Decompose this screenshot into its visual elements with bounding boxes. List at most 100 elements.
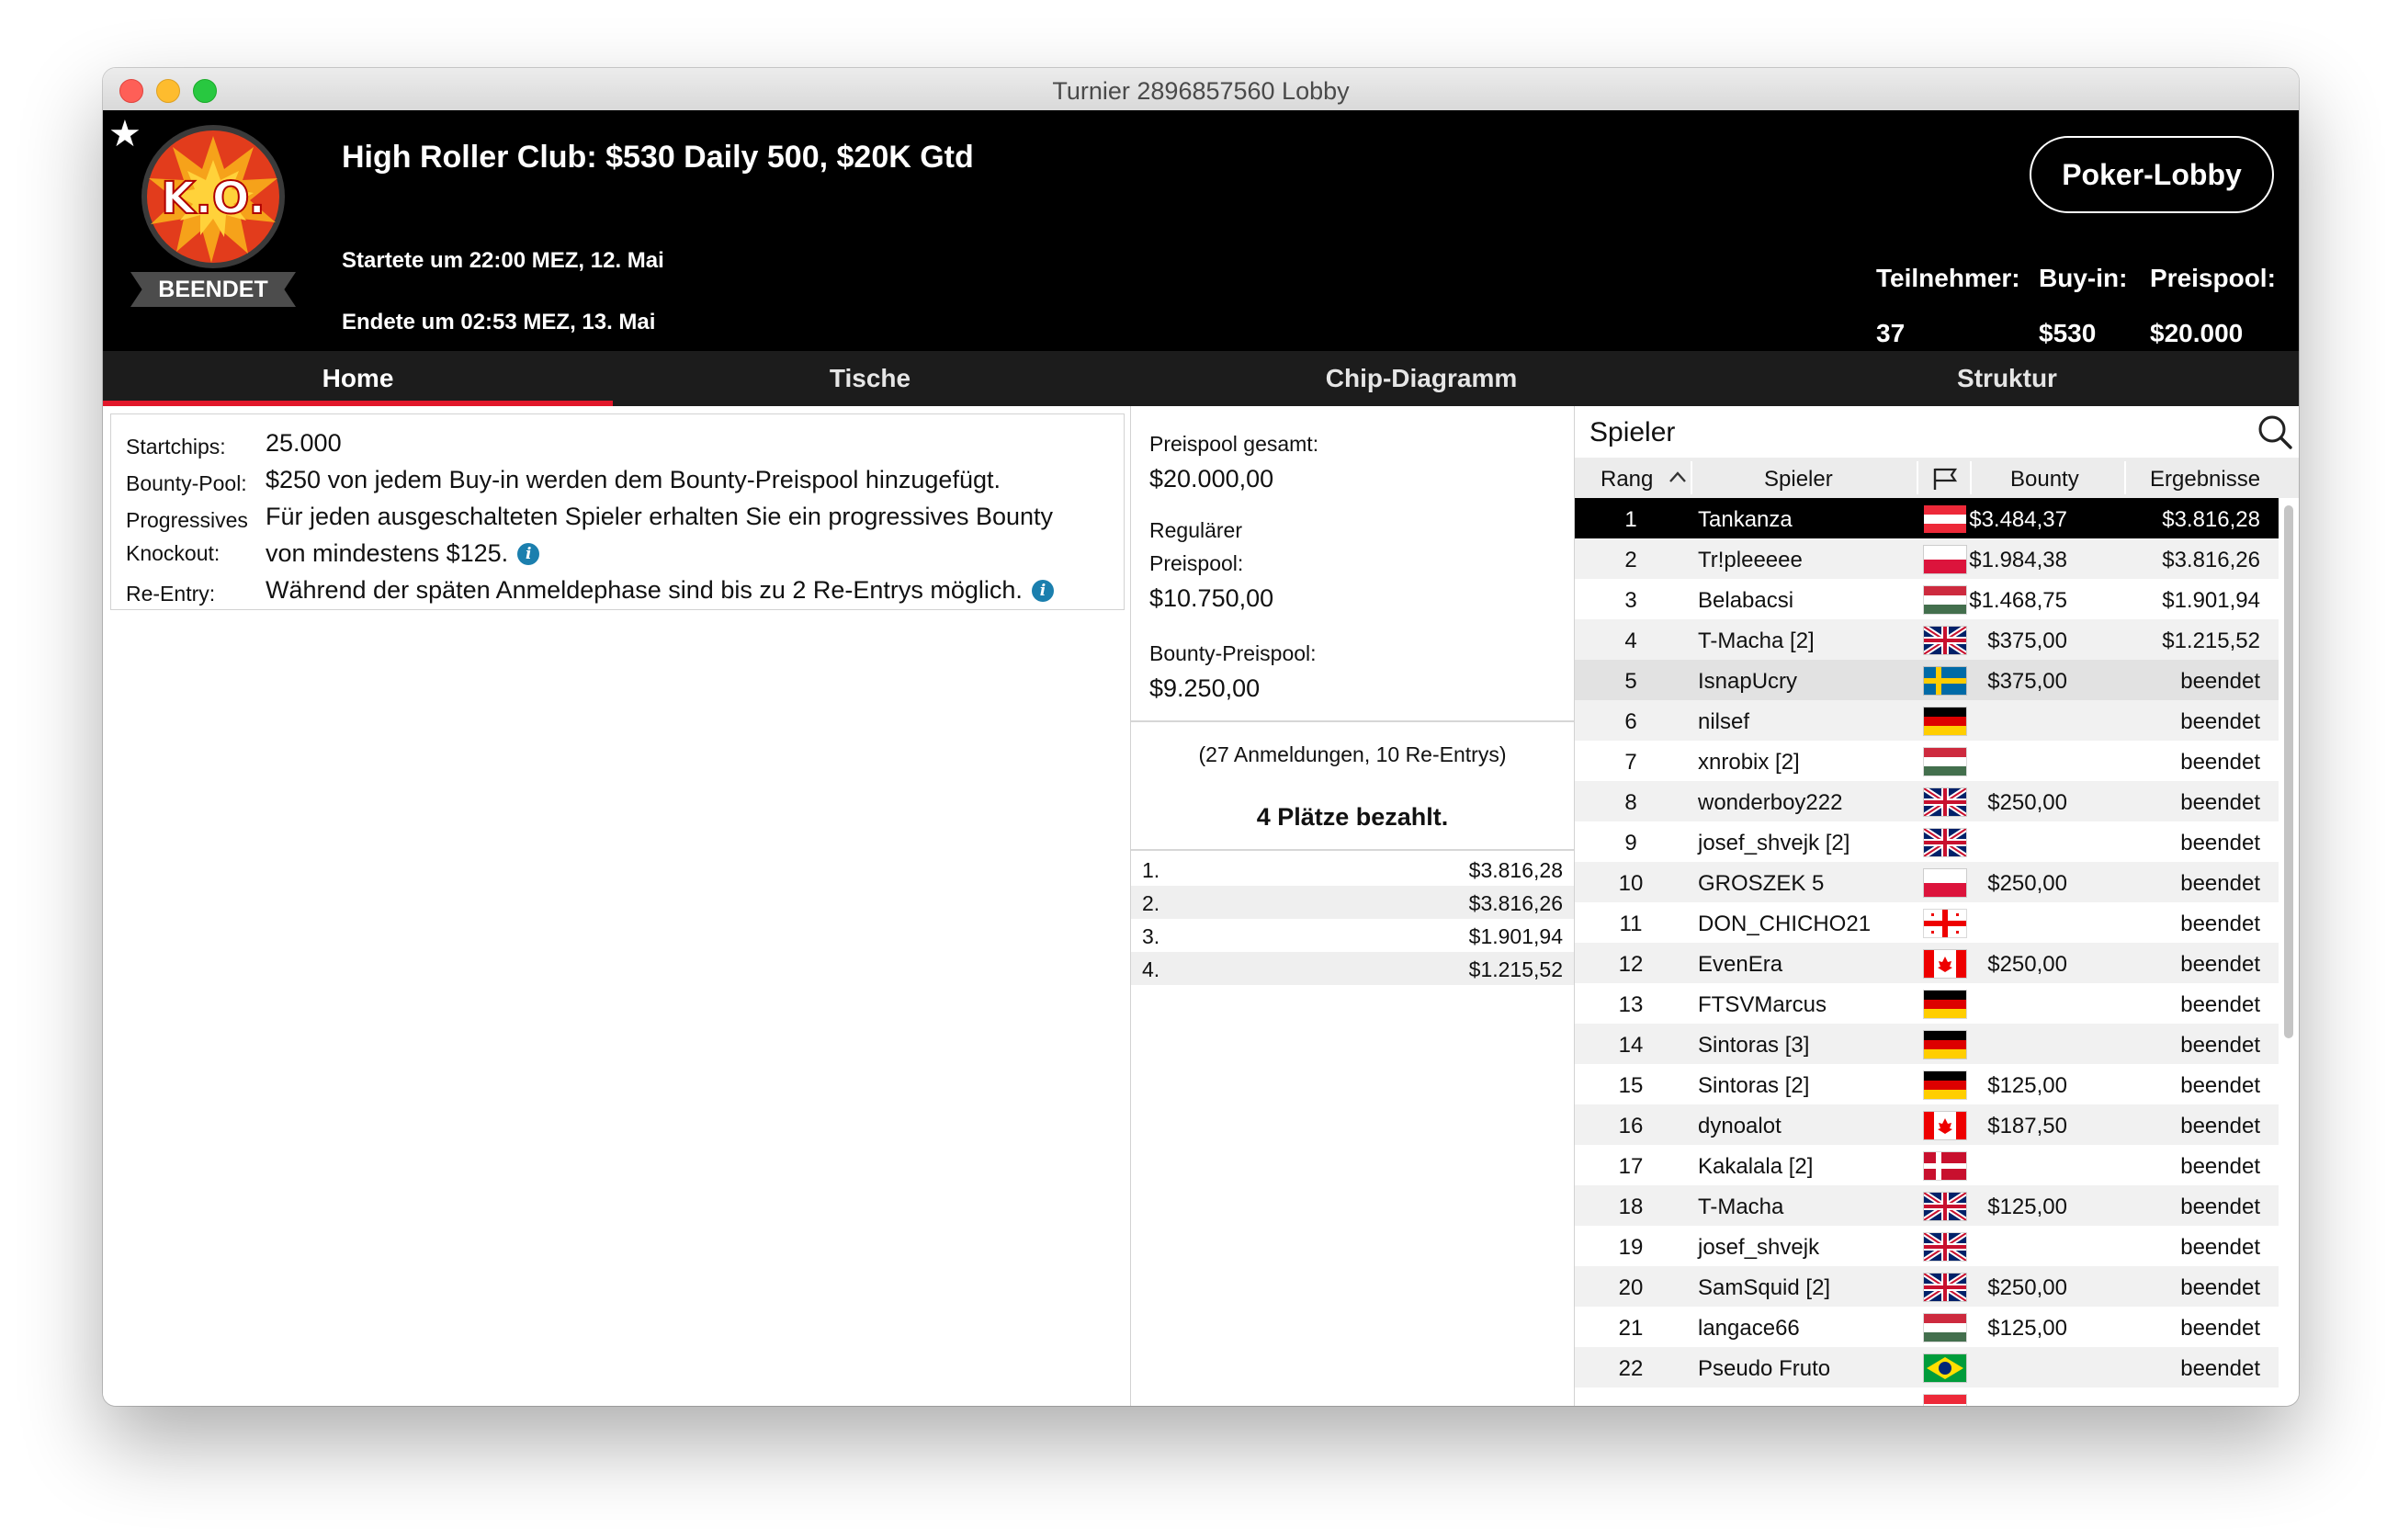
table-row[interactable]: 19 josef_shvejk beendet: [1575, 1226, 2279, 1266]
info-icon[interactable]: i: [1031, 580, 1054, 602]
country-flag-icon: [1923, 585, 1967, 615]
payout-place: 1.: [1142, 858, 1160, 882]
payout-row: 1. $3.816,28: [1131, 853, 1574, 886]
table-row[interactable]: 6 nilsef beendet: [1575, 700, 2279, 741]
table-row[interactable]: [1575, 1387, 2279, 1406]
table-row[interactable]: 13 FTSVMarcus beendet: [1575, 983, 2279, 1024]
table-row[interactable]: 14 Sintoras [3] beendet: [1575, 1024, 2279, 1064]
players-scrollbar[interactable]: [2284, 505, 2293, 1038]
table-row[interactable]: 1 Tankanza $3.484,37 $3.816,28: [1575, 498, 2279, 538]
player-result: beendet: [2180, 669, 2260, 694]
column-divider: [1917, 461, 1918, 494]
player-rank: 14: [1618, 1033, 1644, 1058]
table-row[interactable]: 11 DON_CHICHO21 beendet: [1575, 902, 2279, 943]
table-row[interactable]: 12 EvenEra $250,00 beendet: [1575, 943, 2279, 983]
player-name: GROSZEK 5: [1698, 871, 1825, 896]
player-bounty: $1.468,75: [1969, 588, 2067, 613]
player-bounty: $1.984,38: [1969, 548, 2067, 572]
country-flag-icon: [1923, 1232, 1967, 1262]
player-name: T-Macha: [1698, 1195, 1784, 1219]
player-bounty: $3.484,37: [1969, 507, 2067, 532]
payout-place: 4.: [1142, 957, 1160, 981]
player-rank: 13: [1618, 992, 1644, 1017]
tournament-header: ★ K.O. BEENDET High Roller Club: $530 Da…: [103, 110, 2299, 351]
home-content: Startchips: 25.000 Bounty-Pool: $250 von…: [103, 406, 2299, 1406]
player-result: beendet: [2180, 1033, 2260, 1058]
column-rank[interactable]: Rang: [1601, 467, 1653, 493]
table-row[interactable]: 2 Tr!pleeeee $1.984,38 $3.816,26: [1575, 538, 2279, 579]
paid-places: 4 Plätze bezahlt.: [1256, 803, 1449, 831]
player-name: IsnapUcry: [1698, 669, 1798, 694]
country-flag-icon: [1923, 666, 1967, 696]
payout-row: 2. $3.816,26: [1131, 886, 1574, 919]
player-bounty: $250,00: [1987, 871, 2067, 896]
player-bounty: $250,00: [1987, 790, 2067, 815]
bountypool-label: Bounty-Pool:: [126, 471, 247, 495]
table-row[interactable]: 21 langace66 $125,00 beendet: [1575, 1307, 2279, 1347]
player-result: beendet: [2180, 1275, 2260, 1300]
country-flag-icon: [1923, 1394, 1967, 1406]
player-name: dynoalot: [1698, 1114, 1782, 1138]
table-row[interactable]: 9 josef_shvejk [2] beendet: [1575, 821, 2279, 862]
player-bounty: $125,00: [1987, 1195, 2067, 1219]
player-bounty: $125,00: [1987, 1316, 2067, 1341]
player-bounty: $250,00: [1987, 1275, 2067, 1300]
player-name: Pseudo Fruto: [1698, 1356, 1831, 1381]
tab-structure[interactable]: Struktur: [1715, 351, 2299, 406]
table-row[interactable]: 4 T-Macha [2] $375,00 $1.215,52: [1575, 619, 2279, 660]
table-row[interactable]: 5 IsnapUcry $375,00 beendet: [1575, 660, 2279, 700]
favorite-star-icon[interactable]: ★: [108, 116, 141, 153]
progressive-knockout-label: Progressives: [126, 508, 248, 532]
player-result: beendet: [2180, 1114, 2260, 1138]
table-row[interactable]: 3 Belabacsi $1.468,75 $1.901,94: [1575, 579, 2279, 619]
divider: [1131, 849, 1574, 851]
payout-amount: $1.215,52: [1468, 957, 1563, 981]
prizepool-value: $20.000: [2150, 319, 2244, 347]
progressive-knockout-value: Für jeden ausgeschalteten Spieler erhalt…: [266, 503, 1054, 530]
tab-tables[interactable]: Tische: [613, 351, 1127, 406]
tab-home[interactable]: Home: [103, 351, 613, 406]
players-value: 37: [1876, 319, 1906, 347]
knockout-logo-icon: K.O.: [141, 125, 285, 268]
reentry-value: Während der späten Anmeldephase sind bis…: [266, 576, 1054, 605]
regular-prizepool-label: Regulärer: [1149, 518, 1242, 542]
payout-place: 3.: [1142, 924, 1160, 948]
players-table-header: Rang Spieler Bounty Ergebnisse: [1575, 458, 2299, 498]
country-flag-icon: [1923, 949, 1967, 979]
table-row[interactable]: 20 SamSquid [2] $250,00 beendet: [1575, 1266, 2279, 1307]
country-flag-icon: [1923, 1353, 1967, 1383]
column-player[interactable]: Spieler: [1764, 467, 1833, 493]
column-bounty[interactable]: Bounty: [2010, 467, 2079, 493]
column-result[interactable]: Ergebnisse: [2150, 467, 2260, 493]
table-row[interactable]: 22 Pseudo Fruto beendet: [1575, 1347, 2279, 1387]
country-flag-icon: [1923, 909, 1967, 938]
player-bounty: $375,00: [1987, 669, 2067, 694]
table-row[interactable]: 8 wonderboy222 $250,00 beendet: [1575, 781, 2279, 821]
table-row[interactable]: 16 dynoalot $187,50 beendet: [1575, 1104, 2279, 1145]
table-row[interactable]: 7 xnrobix [2] beendet: [1575, 741, 2279, 781]
tab-chip-chart[interactable]: Chip-Diagramm: [1127, 351, 1715, 406]
bounty-prizepool-value: $9.250,00: [1149, 674, 1261, 702]
search-icon[interactable]: [2257, 413, 2293, 450]
info-icon[interactable]: i: [517, 543, 540, 565]
player-result: beendet: [2180, 992, 2260, 1017]
player-rank: 20: [1618, 1275, 1644, 1300]
player-result: $1.215,52: [2162, 628, 2260, 653]
divider: [1131, 720, 1574, 722]
player-rank: 6: [1624, 709, 1637, 734]
table-row[interactable]: 17 Kakalala [2] beendet: [1575, 1145, 2279, 1185]
reentry-label: Re-Entry:: [126, 582, 216, 606]
country-flag-icon: [1923, 1313, 1967, 1342]
poker-lobby-button[interactable]: Poker-Lobby: [2030, 136, 2274, 213]
player-result: beendet: [2180, 1195, 2260, 1219]
player-result: beendet: [2180, 1356, 2260, 1381]
status-badge: BEENDET: [130, 272, 296, 307]
table-row[interactable]: 10 GROSZEK 5 $250,00 beendet: [1575, 862, 2279, 902]
table-row[interactable]: 18 T-Macha $125,00 beendet: [1575, 1185, 2279, 1226]
country-flag-icon: [1923, 828, 1967, 857]
progressive-knockout-min: von mindestens $125.: [266, 539, 509, 567]
player-name: Kakalala [2]: [1698, 1154, 1814, 1179]
startchips-value: 25.000: [266, 429, 342, 457]
player-rank: 21: [1618, 1316, 1644, 1341]
table-row[interactable]: 15 Sintoras [2] $125,00 beendet: [1575, 1064, 2279, 1104]
